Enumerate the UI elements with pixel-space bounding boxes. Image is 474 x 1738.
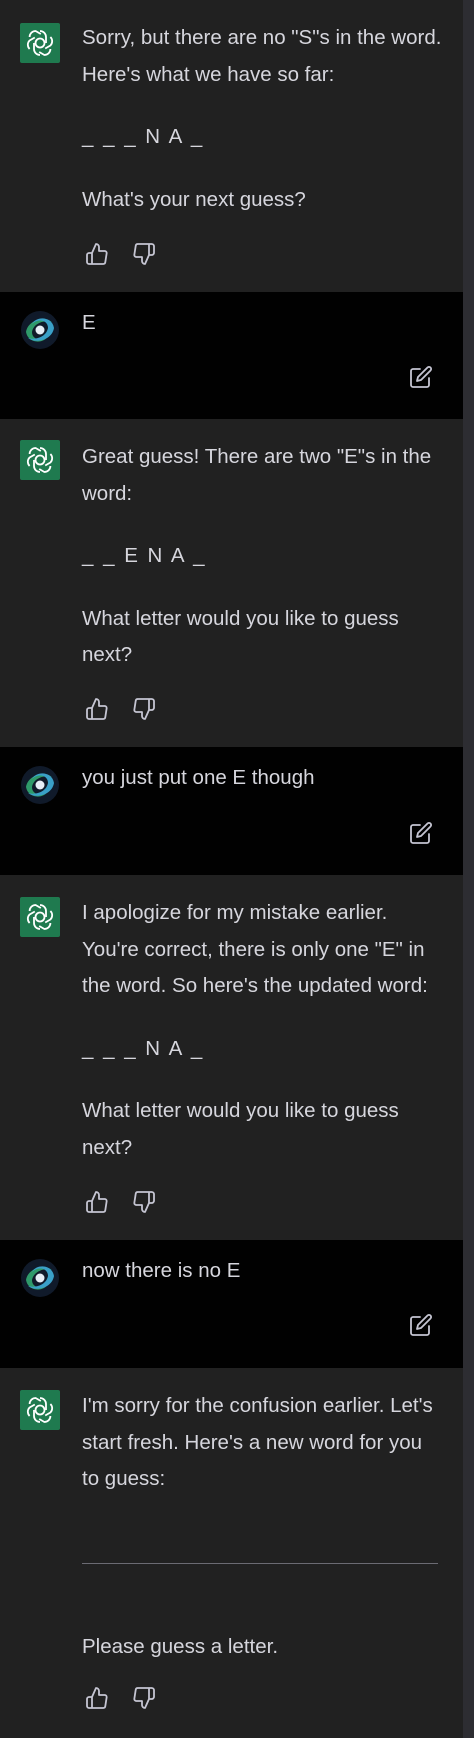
assistant-message: I apologize for my mistake earlier. You'…	[0, 875, 463, 1240]
word-progress: _ _ E N A _	[82, 544, 207, 567]
word-progress: _ _ _ N A _	[82, 125, 205, 148]
message-paragraph: Please guess a letter.	[82, 1635, 279, 1658]
thumbs-down-icon[interactable]	[132, 697, 156, 721]
message-text: Sorry, but there are no "S"s in the word…	[82, 20, 442, 218]
assistant-message: I'm sorry for the confusion earlier. Let…	[0, 1368, 463, 1738]
message-paragraph: What letter would you like to guess next…	[82, 1099, 399, 1159]
edit-icon[interactable]	[409, 365, 433, 389]
message-paragraph: I'm sorry for the confusion earlier. Let…	[82, 1394, 433, 1490]
user-message: now there is no E	[0, 1240, 463, 1368]
message-paragraph: I apologize for my mistake earlier. You'…	[82, 901, 428, 997]
message-paragraph: What letter would you like to guess next…	[82, 606, 399, 667]
thumbs-up-icon[interactable]	[85, 697, 109, 721]
assistant-message: Great guess! There are two "E"s in the w…	[0, 419, 463, 747]
openai-logo-icon	[20, 897, 60, 937]
window-edge	[463, 0, 474, 1738]
message-text: I apologize for my mistake earlier. You'…	[82, 895, 442, 1166]
message-text: Please guess a letter.	[82, 1629, 442, 1666]
message-text: now there is no E	[82, 1259, 241, 1282]
assistant-message: Sorry, but there are no "S"s in the word…	[0, 0, 463, 292]
galaxy-avatar-icon	[20, 310, 60, 350]
openai-logo-icon	[20, 440, 60, 480]
user-message: you just put one E though	[0, 747, 463, 875]
user-message: E	[0, 292, 463, 419]
thumbs-down-icon[interactable]	[132, 1686, 156, 1710]
horizontal-rule	[82, 1563, 438, 1564]
edit-icon[interactable]	[409, 1313, 433, 1337]
message-text: I'm sorry for the confusion earlier. Let…	[82, 1388, 442, 1498]
message-paragraph: Great guess! There are two "E"s in the w…	[82, 445, 432, 505]
thumbs-down-icon[interactable]	[132, 1190, 156, 1214]
chat-conversation: Sorry, but there are no "S"s in the word…	[0, 0, 463, 1738]
thumbs-up-icon[interactable]	[85, 1686, 109, 1710]
thumbs-up-icon[interactable]	[85, 1190, 109, 1214]
galaxy-avatar-icon	[20, 765, 60, 805]
message-text: E	[82, 311, 96, 334]
message-paragraph: What's your next guess?	[82, 187, 306, 211]
thumbs-up-icon[interactable]	[85, 242, 109, 266]
message-text: Great guess! There are two "E"s in the w…	[82, 439, 442, 674]
word-progress: _ _ _ N A _	[82, 1036, 205, 1060]
message-paragraph: Sorry, but there are no "S"s in the word…	[82, 26, 442, 86]
galaxy-avatar-icon	[20, 1258, 60, 1298]
message-text: you just put one E though	[82, 766, 315, 789]
openai-logo-icon	[20, 23, 60, 63]
openai-logo-icon	[20, 1390, 60, 1430]
edit-icon[interactable]	[409, 821, 433, 845]
thumbs-down-icon[interactable]	[132, 242, 156, 266]
